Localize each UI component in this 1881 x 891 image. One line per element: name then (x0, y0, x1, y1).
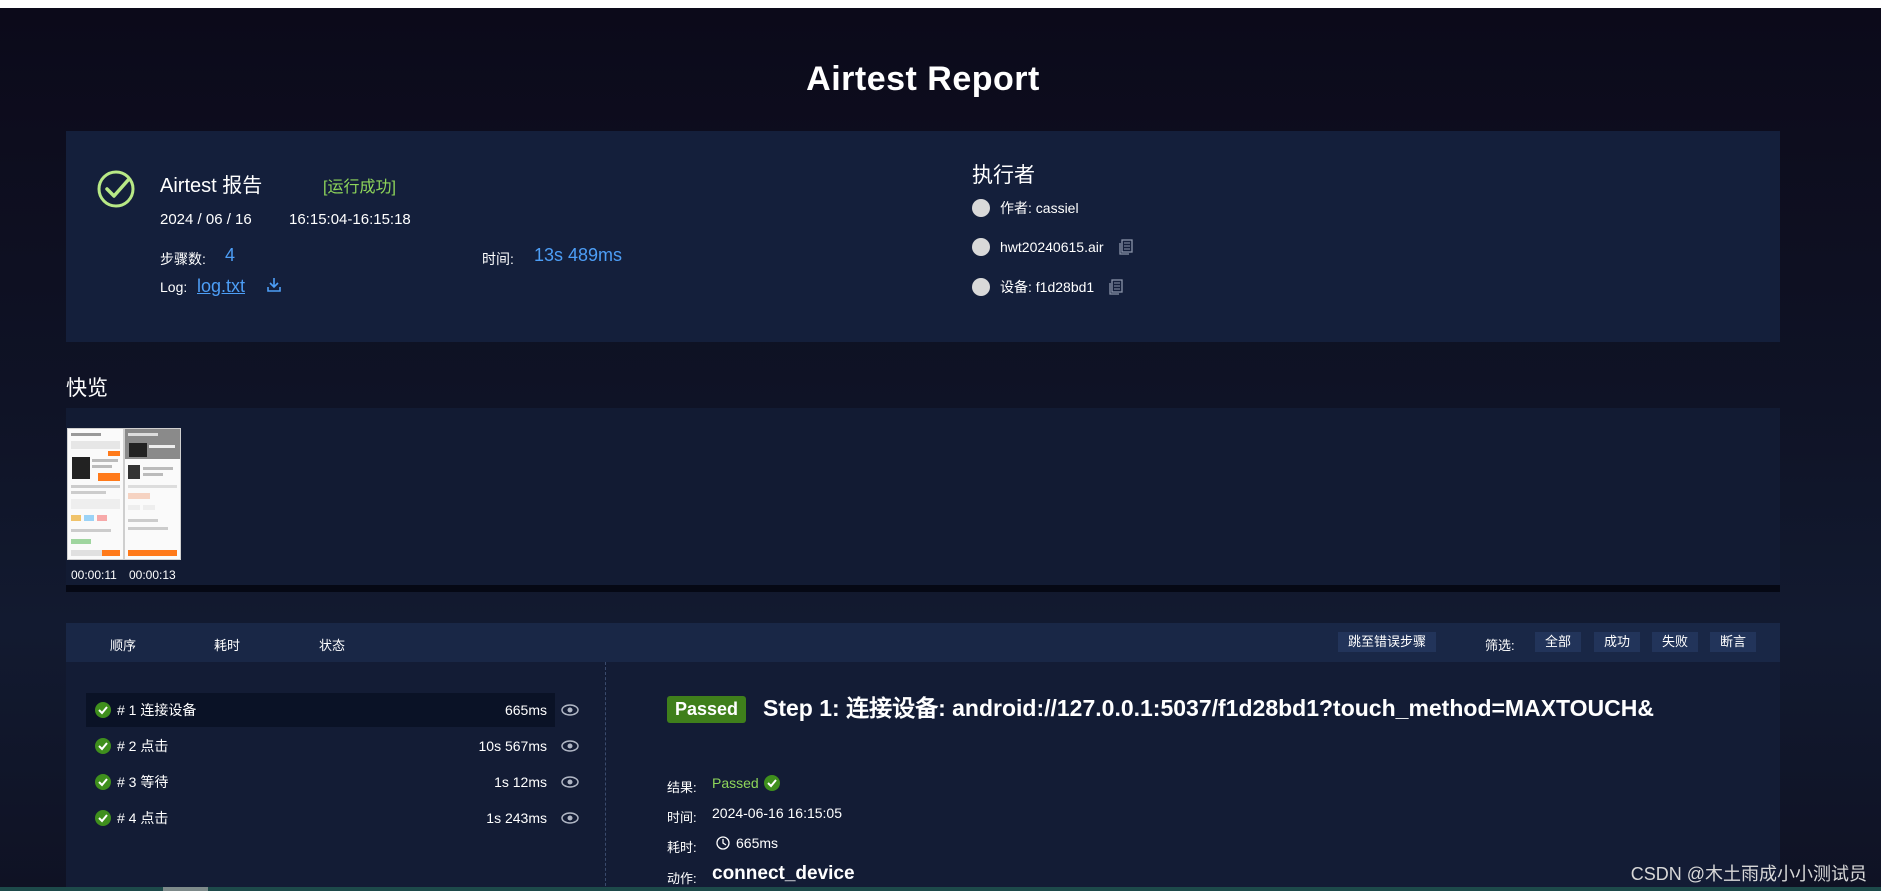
scrollbar-thumb[interactable] (163, 887, 208, 891)
step-name: # 2 点击 (117, 738, 169, 754)
copy-icon[interactable] (1108, 279, 1124, 295)
check-circle-icon (95, 810, 111, 826)
check-circle-icon (95, 774, 111, 790)
steps-toolbar: 顺序 耗时 状态 跳至错误步骤 筛选: 全部 成功 失败 断言 (66, 623, 1780, 662)
filter-all-button[interactable]: 全部 (1535, 632, 1582, 652)
result-label: 结果: (667, 780, 697, 795)
panel-divider (605, 662, 606, 891)
step-name: # 1 连接设备 (117, 702, 197, 718)
filter-fail-button[interactable]: 失败 (1652, 632, 1699, 652)
bullet-dot (972, 278, 990, 296)
eye-icon[interactable] (561, 739, 579, 753)
run-status: [运行成功] (323, 179, 396, 196)
check-circle-icon (763, 775, 780, 791)
duration-value: 13s 489ms (534, 245, 623, 265)
check-circle-icon (95, 738, 111, 754)
copy-icon[interactable] (1118, 239, 1134, 255)
eye-icon[interactable] (561, 811, 579, 825)
browser-top-edge (0, 0, 1881, 8)
step-row[interactable]: # 4 点击 1s 243ms (86, 801, 555, 835)
executor-author-row: 作者: cassiel (972, 197, 1079, 219)
success-check-icon (97, 170, 135, 208)
passed-badge: Passed (667, 696, 747, 723)
page-title: Airtest Report (806, 60, 1040, 98)
time-label: 时间: (667, 810, 697, 825)
screenshot-thumbnail[interactable] (67, 428, 124, 560)
steps-count-value: 4 (225, 245, 236, 265)
step-row[interactable]: # 3 等待 1s 12ms (86, 765, 555, 799)
executor-script: hwt20240615.air (1000, 239, 1104, 255)
overview-scrollbar[interactable] (66, 585, 1780, 592)
bullet-dot (972, 199, 990, 217)
watermark: CSDN @木土雨成小小测试员 (1630, 864, 1867, 884)
duration-label: 时间: (482, 251, 514, 267)
step-name: # 4 点击 (117, 810, 169, 826)
thumbnail-image (68, 429, 123, 559)
step-name: # 3 等待 (117, 774, 169, 790)
thumbnail-time: 00:00:13 (129, 568, 176, 582)
log-label: Log: (160, 279, 188, 295)
sort-by-elapsed[interactable]: 耗时 (214, 635, 240, 654)
step-time: 1s 12ms (494, 774, 547, 790)
bottom-scrollbar[interactable] (0, 887, 1881, 891)
elapsed-label: 耗时: (667, 840, 697, 855)
eye-icon[interactable] (561, 703, 579, 717)
eye-icon[interactable] (561, 775, 579, 789)
step-row[interactable]: # 2 点击 10s 567ms (86, 729, 555, 763)
filter-label: 筛选: (1485, 638, 1515, 653)
elapsed-value: 665ms (736, 835, 779, 851)
executor-author: 作者: cassiel (1000, 200, 1079, 216)
report-name: Airtest 报告 (160, 175, 263, 197)
steps-count-label: 步骤数: (160, 251, 206, 267)
thumbnail-time: 00:00:11 (71, 568, 117, 582)
log-link[interactable]: log.txt (197, 276, 245, 297)
jump-to-error-button[interactable]: 跳至错误步骤 (1338, 632, 1437, 652)
executor-device: 设备: f1d28bd1 (1000, 279, 1095, 295)
overview-panel: 00:00:11 00:00:13 (66, 408, 1780, 591)
check-circle-icon (95, 702, 111, 718)
sort-by-status[interactable]: 状态 (319, 635, 345, 654)
result-value-wrap: Passed (712, 775, 780, 791)
executor-script-row: hwt20240615.air (972, 236, 1134, 258)
clock-icon (716, 836, 730, 850)
download-icon[interactable] (266, 277, 282, 293)
report-date: 2024 / 06 / 16 (160, 211, 252, 228)
screenshot-thumbnail[interactable] (124, 428, 181, 560)
time-value: 2024-06-16 16:15:05 (712, 805, 842, 821)
step-time: 665ms (504, 702, 547, 718)
report-time-range: 16:15:04-16:15:18 (289, 211, 411, 228)
action-value: connect_device (712, 863, 855, 884)
executor-device-row: 设备: f1d28bd1 (972, 276, 1124, 298)
filter-assert-button[interactable]: 断言 (1710, 632, 1757, 652)
step-time: 1s 243ms (486, 810, 547, 826)
step-time: 10s 567ms (478, 738, 547, 754)
steps-panel: 顺序 耗时 状态 跳至错误步骤 筛选: 全部 成功 失败 断言 # 1 连接设备… (66, 623, 1780, 891)
summary-panel: Airtest 报告 [运行成功] 2024 / 06 / 16 16:15:0… (66, 131, 1780, 342)
overview-title: 快览 (66, 377, 108, 400)
thumbnail-image (125, 429, 180, 559)
action-label: 动作: (667, 871, 697, 886)
result-value: Passed (712, 775, 759, 791)
elapsed-value-wrap: 665ms (716, 835, 778, 851)
filter-success-button[interactable]: 成功 (1594, 632, 1641, 652)
sort-by-order[interactable]: 顺序 (110, 635, 136, 654)
step-row[interactable]: # 1 连接设备 665ms (86, 693, 555, 727)
step-detail-title: Step 1: 连接设备: android://127.0.0.1:5037/f… (763, 695, 1654, 721)
bullet-dot (972, 238, 990, 256)
executor-title: 执行者 (972, 164, 1035, 187)
